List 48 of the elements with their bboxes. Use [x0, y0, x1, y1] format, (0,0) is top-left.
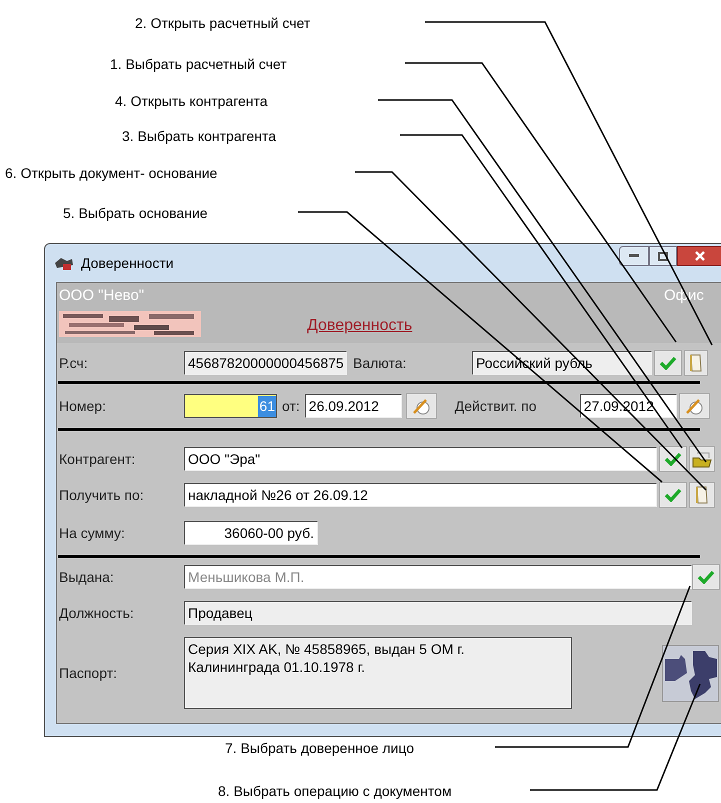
field-label: Выдана: [58, 568, 115, 587]
date-picker-button[interactable] [406, 393, 437, 419]
open-button[interactable] [689, 446, 715, 472]
minimize-button[interactable] [619, 246, 649, 266]
field-label: Номер: [58, 396, 107, 416]
annotation-label: 7. Выбрать доверенное лицо [225, 739, 414, 758]
field-label: Контрагент: [58, 450, 136, 469]
input-field[interactable]: 36060-00 руб. [184, 521, 318, 545]
folder-icon [691, 450, 713, 468]
field-label: Должность: [58, 604, 135, 623]
minimize-icon [629, 254, 639, 258]
field-label: Действит. по [454, 396, 538, 416]
close-icon [695, 251, 705, 261]
window-title: Доверенности [81, 254, 174, 273]
checkmark-icon [664, 452, 682, 466]
annotation-label: 6. Открыть документ- основание [5, 164, 218, 183]
checkmark-icon [659, 356, 677, 370]
field-label: Паспорт: [58, 664, 118, 683]
operations-button[interactable] [662, 644, 719, 702]
input-field[interactable]: Продавец [184, 601, 692, 625]
input-field[interactable]: ООО "Эра" [184, 447, 657, 471]
select-button[interactable] [659, 446, 687, 472]
field-label: На сумму: [58, 524, 126, 543]
annotation-label: 5. Выбрать основание [63, 204, 208, 223]
field-label: Валюта: [353, 354, 408, 372]
book-icon [695, 485, 709, 505]
date-picker-button[interactable] [678, 393, 710, 419]
input-field[interactable]: накладной №26 от 26.09.12 [184, 483, 657, 507]
input-field[interactable]: 45687820000000456875 [184, 351, 347, 375]
input-field[interactable]: 26.09.2012 [304, 394, 402, 418]
field-label: Р.сч: [58, 354, 89, 372]
annotation-label: 1. Выбрать расчетный счет [110, 55, 287, 74]
checkmark-icon [697, 570, 715, 584]
company-name: ООО "Нево" [59, 286, 144, 306]
maximize-button[interactable] [649, 246, 677, 266]
annotation-label: 8. Выбрать операцию с документом [218, 782, 452, 801]
maximize-icon [658, 252, 668, 260]
annotation-label: 4. Открыть контрагента [115, 92, 268, 111]
annotation-label: 2. Открыть расчетный счет [135, 14, 310, 33]
field-label: от: [282, 396, 300, 416]
field-label: Получить по: [58, 486, 145, 505]
annotation-label: 3. Выбрать контрагента [122, 127, 276, 146]
open-button[interactable] [689, 482, 715, 508]
close-button[interactable] [677, 246, 721, 266]
checkmark-icon [664, 488, 682, 502]
book-icon [689, 353, 703, 373]
input-field[interactable]: Серия XIX AK, № 45858965, выдан 5 ОМ г. Калининграда 01.10.1978 г. [184, 637, 572, 709]
document-title: Доверенность [307, 316, 412, 336]
